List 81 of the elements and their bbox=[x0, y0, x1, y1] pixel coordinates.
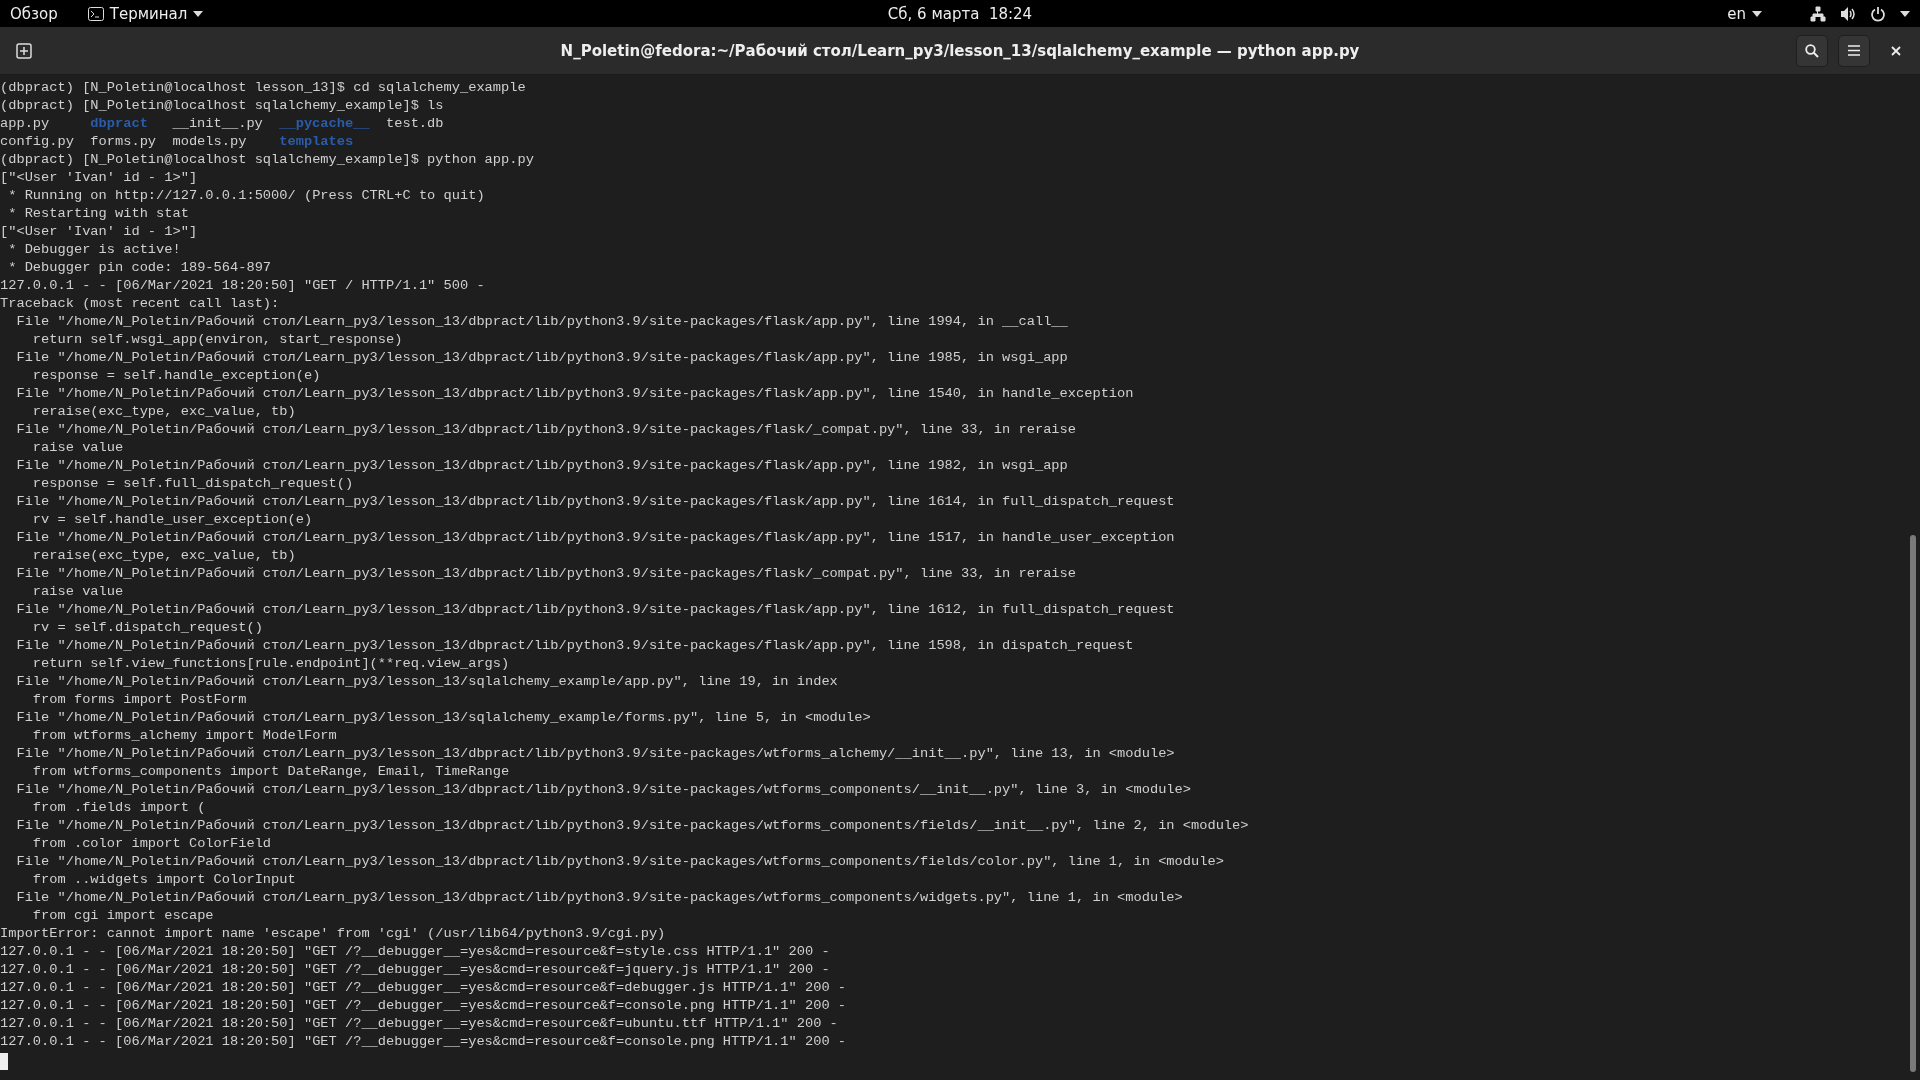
terminal-line: ImportError: cannot import name 'escape' from 'cgi' (/usr/lib64/python3.9/cgi.py) bbox=[0, 926, 666, 941]
terminal-line: File "/home/N_Poletin/Рабочий стол/Learn_py3/lesson_13/dbpract/lib/python3.9/site-packages/flask/app.py", line 1517, in handle_user_exception bbox=[15, 530, 1175, 545]
file-name: test.db bbox=[386, 116, 444, 131]
file-name: __init__.py bbox=[172, 116, 263, 131]
terminal-line: File "/home/N_Poletin/Рабочий стол/Learn_py3/lesson_13/dbpract/lib/python3.9/site-packages/flask/app.py", line 1985, in wsgi_app bbox=[15, 350, 1068, 365]
terminal-line: File "/home/N_Poletin/Рабочий стол/Learn_py3/lesson_13/dbpract/lib/python3.9/site-packages/flask/_compat.py", line 33, in reraise bbox=[15, 422, 1076, 437]
terminal-line: File "/home/N_Poletin/Рабочий стол/Learn_py3/lesson_13/dbpract/lib/python3.9/site-packages/flask/_compat.py", line 33, in reraise bbox=[15, 566, 1076, 581]
terminal-line: File "/home/N_Poletin/Рабочий стол/Learn_py3/lesson_13/dbpract/lib/python3.9/site-packages/flask/app.py", line 1614, in full_dispatch_request bbox=[15, 494, 1175, 509]
terminal-line: File "/home/N_Poletin/Рабочий стол/Learn_py3/lesson_13/dbpract/lib/python3.9/site-packages/wtforms_components/fields/__init__.py", line 2, in <module> bbox=[15, 818, 1249, 833]
terminal-line: from .color import ColorField bbox=[31, 836, 272, 851]
terminal-line: 127.0.0.1 - - [06/Mar/2021 18:20:50] "GET /?__debugger__=yes&cmd=resource&f=jquery.js HTTP/1.1" 200 - bbox=[0, 962, 830, 977]
volume-icon[interactable] bbox=[1840, 5, 1856, 22]
terminal-line: File "/home/N_Poletin/Рабочий стол/Learn_py3/lesson_13/dbpract/lib/python3.9/site-packages/flask/app.py", line 1598, in dispatch_request bbox=[15, 638, 1134, 653]
keyboard-layout-menu[interactable]: en bbox=[1727, 4, 1762, 23]
terminal-line: rv = self.dispatch_request() bbox=[31, 620, 263, 635]
terminal-line: File "/home/N_Poletin/Рабочий стол/Learn_py3/lesson_13/dbpract/lib/python3.9/site-packages/flask/app.py", line 1540, in handle_exception bbox=[15, 386, 1134, 401]
file-name: app.py bbox=[0, 116, 50, 131]
terminal-line: Traceback (most recent call last): bbox=[0, 296, 280, 311]
clock[interactable]: Сб, 6 марта 18:24 bbox=[887, 4, 1033, 23]
terminal-line: File "/home/N_Poletin/Рабочий стол/Learn_py3/lesson_13/dbpract/lib/python3.9/site-packages/wtforms_components/widgets.py", line 1, in <module> bbox=[15, 890, 1183, 905]
menu-button[interactable] bbox=[1838, 34, 1870, 67]
terminal-line: (dbpract) [N_Poletin@localhost sqlalchemy_example]$ python app.py bbox=[0, 152, 534, 167]
terminal-line: raise value bbox=[31, 440, 124, 455]
terminal-icon bbox=[87, 6, 104, 21]
file-name: models.py bbox=[172, 134, 247, 149]
caret-icon bbox=[1900, 10, 1910, 17]
terminal-line: (dbpract) [N_Poletin@localhost lesson_13]$ cd sqlalchemy_example bbox=[0, 80, 526, 95]
app-menu[interactable]: Терминал bbox=[87, 4, 204, 23]
terminal-line: response = self.handle_exception(e) bbox=[31, 368, 321, 383]
terminal-line: ["<User 'Ivan' id - 1>"] bbox=[0, 224, 198, 239]
terminal-line: * Restarting with stat bbox=[7, 206, 189, 221]
terminal-line: 127.0.0.1 - - [06/Mar/2021 18:20:50] "GET /?__debugger__=yes&cmd=resource&f=ubuntu.ttf HTTP/1.1" 200 - bbox=[0, 1016, 838, 1031]
terminal-line: 127.0.0.1 - - [06/Mar/2021 18:20:50] "GET /?__debugger__=yes&cmd=resource&f=debugger.js HTTP/1.1" 200 - bbox=[0, 980, 847, 995]
terminal-line: File "/home/N_Poletin/Рабочий стол/Learn_py3/lesson_13/dbpract/lib/python3.9/site-packages/wtforms_alchemy/__init__.py", line 13, in <module> bbox=[15, 746, 1175, 761]
terminal-line: 127.0.0.1 - - [06/Mar/2021 18:20:50] "GET /?__debugger__=yes&cmd=resource&f=style.css HTTP/1.1" 200 - bbox=[0, 944, 830, 959]
menu-icon bbox=[1848, 45, 1860, 56]
file-name: forms.py bbox=[90, 134, 157, 149]
terminal-line: File "/home/N_Poletin/Рабочий стол/Learn_py3/lesson_13/sqlalchemy_example/app.py", line 19, in index bbox=[15, 674, 838, 689]
terminal-line: 127.0.0.1 - - [06/Mar/2021 18:20:50] "GET / HTTP/1.1" 500 - bbox=[0, 278, 485, 293]
new-tab-icon bbox=[16, 42, 32, 59]
terminal-line: 127.0.0.1 - - [06/Mar/2021 18:20:50] "GET /?__debugger__=yes&cmd=resource&f=console.png HTTP/1.1" 200 - bbox=[0, 998, 847, 1013]
power-icon[interactable] bbox=[1870, 5, 1886, 22]
terminal-line: * Debugger pin code: 189-564-897 bbox=[7, 260, 272, 275]
terminal-line: from wtforms_components import DateRange, Email, TimeRange bbox=[31, 764, 510, 779]
terminal-line: return self.view_functions[rule.endpoint](**req.view_args) bbox=[31, 656, 510, 671]
terminal-line: * Debugger is active! bbox=[7, 242, 181, 257]
close-icon bbox=[1891, 45, 1901, 56]
terminal-line: File "/home/N_Poletin/Рабочий стол/Learn_py3/lesson_13/dbpract/lib/python3.9/site-packages/flask/app.py", line 1994, in __call__ bbox=[15, 314, 1068, 329]
network-icon[interactable] bbox=[1810, 5, 1826, 22]
search-icon bbox=[1805, 43, 1819, 58]
window-title: N_Poletin@fedora:~/Рабочий стол/Learn_py3/lesson_13/sqlalchemy_example — python app.py bbox=[560, 41, 1360, 60]
terminal-line: from forms import PostForm bbox=[31, 692, 247, 707]
activities-button[interactable]: Обзор bbox=[10, 4, 58, 23]
terminal-line: raise value bbox=[31, 584, 124, 599]
terminal-line: from .fields import ( bbox=[31, 800, 206, 815]
terminal-line: ["<User 'Ivan' id - 1>"] bbox=[0, 170, 198, 185]
directory-name: dbpract bbox=[90, 116, 148, 131]
file-name: config.py bbox=[0, 134, 74, 149]
terminal-line: from wtforms_alchemy import ModelForm bbox=[31, 728, 337, 743]
caret-icon bbox=[193, 10, 204, 17]
terminal-line: reraise(exc_type, exc_value, tb) bbox=[31, 548, 296, 563]
caret-icon bbox=[1752, 10, 1762, 17]
terminal-line: response = self.full_dispatch_request() bbox=[31, 476, 354, 491]
terminal-line: reraise(exc_type, exc_value, tb) bbox=[31, 404, 296, 419]
terminal-line: File "/home/N_Poletin/Рабочий стол/Learn_py3/lesson_13/dbpract/lib/python3.9/site-packages/wtforms_components/__init__.py", line 3, in <module> bbox=[15, 782, 1191, 797]
text-cursor bbox=[0, 1053, 8, 1070]
terminal-line: from ..widgets import ColorInput bbox=[31, 872, 296, 887]
directory-name: templates bbox=[279, 134, 354, 149]
terminal-line: File "/home/N_Poletin/Рабочий стол/Learn_py3/lesson_13/dbpract/lib/python3.9/site-packages/flask/app.py", line 1612, in full_dispatch_request bbox=[15, 602, 1175, 617]
terminal-line: 127.0.0.1 - - [06/Mar/2021 18:20:50] "GET /?__debugger__=yes&cmd=resource&f=console.png HTTP/1.1" 200 - bbox=[0, 1034, 847, 1049]
search-button[interactable] bbox=[1796, 34, 1828, 67]
directory-name: __pycache__ bbox=[279, 116, 370, 131]
terminal-line: from cgi import escape bbox=[31, 908, 214, 923]
scrollbar-thumb[interactable] bbox=[1910, 535, 1916, 1072]
terminal-line: (dbpract) [N_Poletin@localhost sqlalchemy_example]$ ls bbox=[0, 98, 444, 113]
terminal-line: return self.wsgi_app(environ, start_response) bbox=[31, 332, 403, 347]
terminal-line: File "/home/N_Poletin/Рабочий стол/Learn_py3/lesson_13/dbpract/lib/python3.9/site-packages/flask/app.py", line 1982, in wsgi_app bbox=[15, 458, 1068, 473]
terminal-line: File "/home/N_Poletin/Рабочий стол/Learn_py3/lesson_13/sqlalchemy_example/forms.py", line 5, in <module> bbox=[15, 710, 871, 725]
terminal-line: rv = self.handle_user_exception(e) bbox=[31, 512, 313, 527]
terminal-line: * Running on http://127.0.0.1:5000/ (Press CTRL+C to quit) bbox=[7, 188, 485, 203]
terminal-line: File "/home/N_Poletin/Рабочий стол/Learn_py3/lesson_13/dbpract/lib/python3.9/site-packages/wtforms_components/fields/color.py", line 1, in <module> bbox=[15, 854, 1224, 869]
